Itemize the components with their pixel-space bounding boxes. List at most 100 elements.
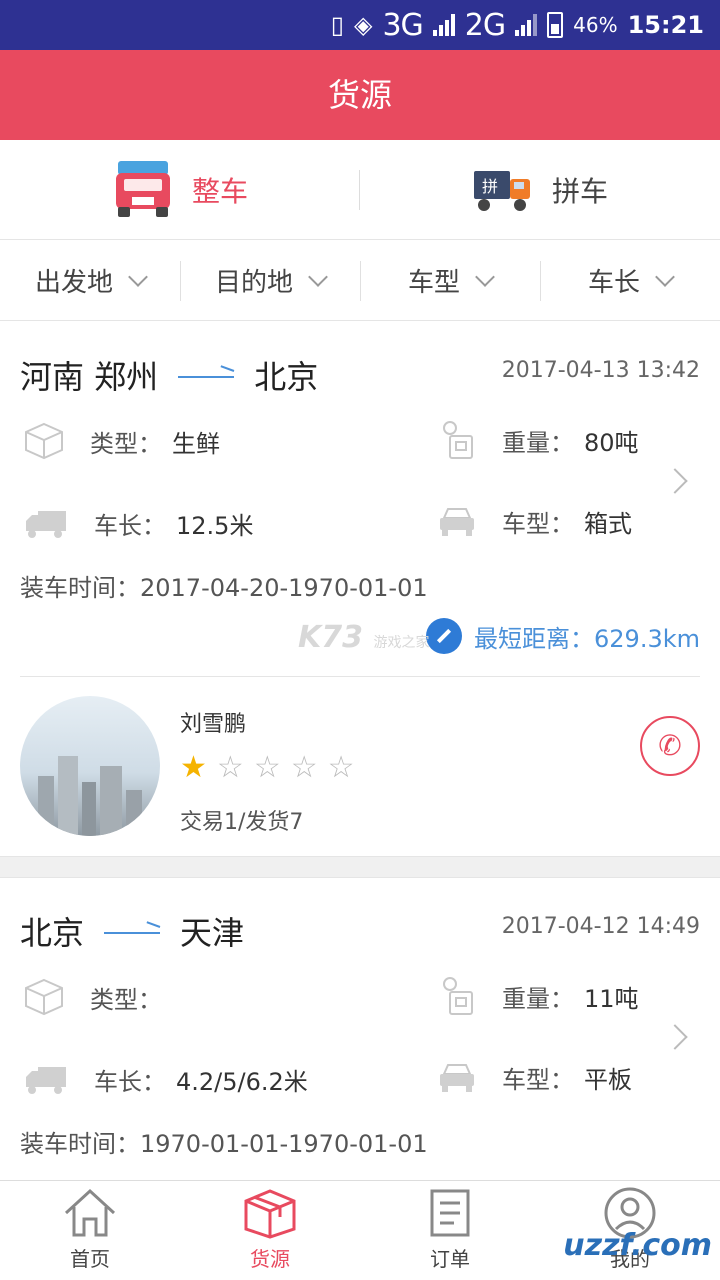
tab-full-truck[interactable]: 整车 [0, 140, 360, 239]
cargo-weight-value: 80吨 [584, 428, 639, 457]
tab-carpool-label: 拼车 [551, 174, 608, 208]
tab-carpool[interactable]: 拼 拼车 [360, 140, 720, 239]
filter-truck-length-label: 车长 [587, 268, 640, 298]
filter-truck-type-label: 车型 [407, 268, 460, 298]
cargo-type-value: 生鲜 [172, 429, 220, 458]
nav-home[interactable]: 首页 [0, 1181, 180, 1280]
load-time-value: 1970-01-01-1970-01-01 [140, 1130, 428, 1158]
box-icon [244, 1189, 296, 1239]
cargo-type-row: 类型： [24, 978, 172, 1016]
filter-truck-length[interactable]: 车长 [540, 241, 720, 320]
k73-watermark: K73 游戏之家 [298, 620, 429, 655]
call-button[interactable]: ✆ [640, 716, 700, 776]
red-truck-icon [115, 160, 170, 217]
filter-destination-label: 目的地 [214, 268, 293, 298]
filter-origin-label: 出发地 [34, 268, 113, 298]
chevron-right-icon[interactable] [662, 468, 688, 494]
truck-icon [26, 1066, 66, 1094]
truck-model-row: 车型： 箱式 [438, 504, 632, 539]
phone-icon: ✆ [658, 729, 682, 762]
k73-watermark-text: K73 [298, 620, 363, 655]
load-time-value: 2017-04-20-1970-01-01 [140, 574, 428, 602]
uzzf-watermark: uzzf.com [563, 1228, 712, 1263]
battery-icon [547, 12, 564, 38]
route: 北京 天津 [20, 908, 244, 954]
truck-length-row: 车长： 12.5米 [24, 506, 253, 541]
truck-length-label: 车长： [94, 512, 166, 540]
section-gap [0, 856, 720, 878]
route-origin: 河南 郑州 [20, 358, 159, 396]
signal-3g-icon [432, 14, 455, 36]
chevron-down-icon [475, 266, 495, 287]
chevron-down-icon [655, 266, 675, 287]
page-title: 货源 [0, 50, 720, 140]
filter-truck-type[interactable]: 车型 [360, 241, 540, 320]
truck-model-label: 车型： [502, 1066, 574, 1094]
load-time: 装车时间：2017-04-20-1970-01-01 [20, 568, 428, 603]
chevron-down-icon [308, 266, 328, 287]
order-icon [430, 1189, 470, 1237]
truck-length-value: 12.5米 [176, 512, 254, 540]
car-front-icon [440, 507, 474, 536]
truck-length-label: 车长： [94, 1068, 166, 1096]
star-filled-icon: ★ [180, 750, 207, 785]
cube-icon [25, 978, 63, 1016]
carpool-truck-icon: 拼 [473, 170, 530, 211]
star-empty-icon: ☆ [253, 750, 281, 785]
home-icon [64, 1188, 116, 1237]
star-empty-icon: ☆ [216, 750, 244, 785]
load-time-label: 装车时间： [20, 1130, 140, 1158]
nav-orders[interactable]: 订单 [360, 1181, 540, 1280]
trade-stats: 交易1/发货7 [180, 810, 304, 835]
route-destination: 天津 [180, 914, 245, 952]
distance-value: 629.3km [594, 624, 700, 653]
type-tabs: 整车 拼 拼车 [0, 140, 720, 240]
chevron-right-icon[interactable] [662, 1024, 688, 1050]
star-empty-icon: ☆ [327, 750, 355, 785]
truck-icon [26, 510, 66, 538]
truck-model-value: 箱式 [584, 510, 632, 538]
nav-orders-label: 订单 [430, 1247, 470, 1271]
load-time-label: 装车时间： [20, 574, 140, 602]
route-arrow-icon [178, 370, 235, 380]
load-time: 装车时间：1970-01-01-1970-01-01 [20, 1124, 428, 1159]
truck-model-value: 平板 [584, 1066, 632, 1094]
cube-icon [25, 422, 63, 460]
filter-bar: 出发地 目的地 车型 车长 [0, 241, 720, 321]
cargo-listing-card[interactable]: 河南 郑州 北京 2017-04-13 13:42 类型： 生鲜 重量： 80吨… [0, 322, 720, 856]
route-origin: 北京 [20, 914, 85, 952]
truck-model-row: 车型： 平板 [438, 1060, 632, 1095]
battery-percent: 46% [573, 13, 618, 37]
cargo-weight-label: 重量： [502, 984, 574, 1013]
filter-origin[interactable]: 出发地 [0, 241, 180, 320]
scale-icon [443, 977, 473, 1015]
signal-2g-icon [515, 14, 538, 36]
truck-length-row: 车长： 4.2/5/6.2米 [24, 1062, 308, 1097]
filter-destination[interactable]: 目的地 [180, 241, 360, 320]
distance-label: 最短距离： [474, 624, 595, 653]
post-datetime: 2017-04-12 14:49 [501, 914, 700, 939]
route: 河南 郑州 北京 [20, 352, 318, 398]
wifi-icon: ◈ [353, 11, 373, 39]
tab-full-truck-label: 整车 [191, 174, 248, 208]
truck-length-value: 4.2/5/6.2米 [176, 1068, 308, 1096]
cargo-weight-label: 重量： [502, 428, 574, 457]
network-2g-label: 2G [464, 7, 506, 43]
cargo-type-row: 类型： 生鲜 [24, 422, 220, 460]
status-bar: ▯ ◈ 3G 2G 46% 15:21 [0, 0, 720, 50]
route-arrow-icon [104, 926, 161, 936]
network-3g-label: 3G [382, 7, 423, 43]
star-empty-icon: ☆ [290, 750, 318, 785]
k73-watermark-sub: 游戏之家 [373, 635, 430, 651]
cargo-weight-value: 11吨 [584, 984, 639, 1013]
compass-icon [426, 618, 463, 654]
cargo-type-label: 类型： [90, 429, 162, 458]
nav-cargo[interactable]: 货源 [180, 1181, 360, 1280]
car-front-icon [440, 1063, 474, 1092]
avatar[interactable] [20, 696, 160, 836]
cargo-weight-row: 重量： 11吨 [440, 976, 639, 1016]
chevron-down-icon [128, 266, 148, 287]
route-destination: 北京 [254, 358, 319, 396]
post-datetime: 2017-04-13 13:42 [501, 358, 700, 383]
cargo-listing-card[interactable]: 北京 天津 2017-04-12 14:49 类型： 重量： 11吨 车长： 4… [0, 878, 720, 1180]
